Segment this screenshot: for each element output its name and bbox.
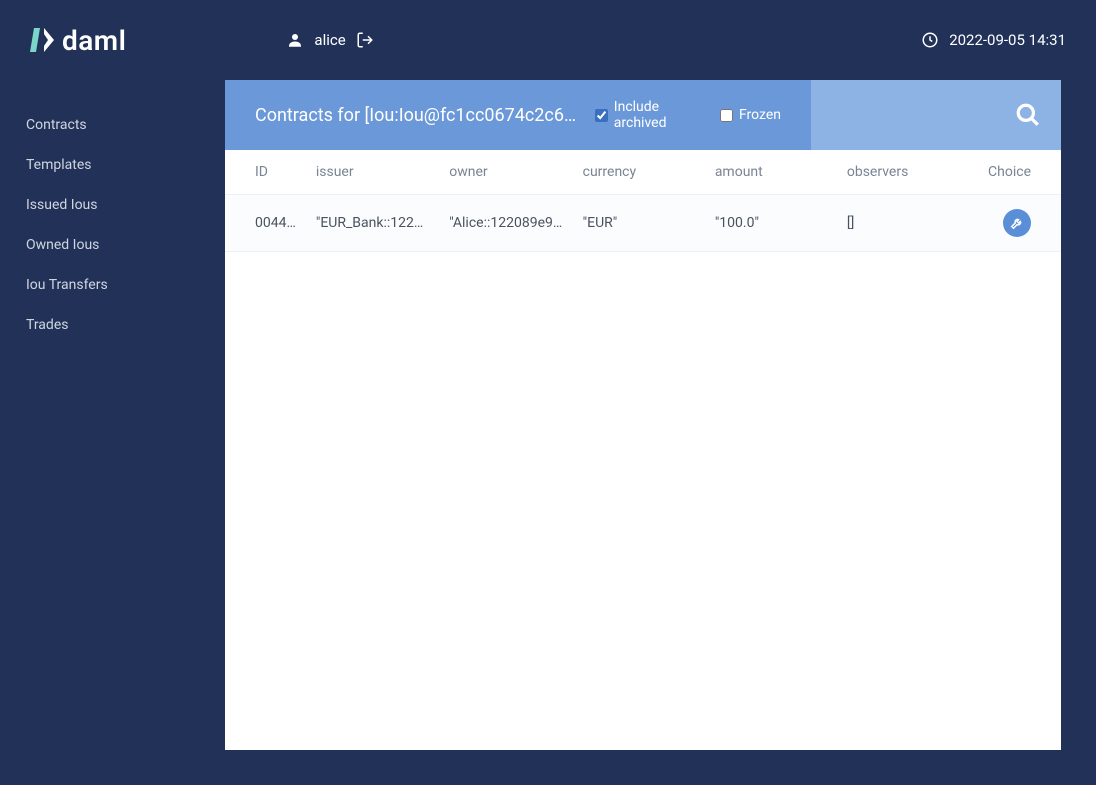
sidebar-item-label: Issued Ious	[26, 197, 98, 213]
col-id[interactable]: ID	[225, 150, 306, 195]
sidebar-item-templates[interactable]: Templates	[0, 145, 225, 185]
col-amount[interactable]: amount	[705, 150, 837, 195]
sidebar-item-label: Iou Transfers	[26, 277, 108, 293]
logo-text: daml	[62, 24, 126, 57]
logout-icon[interactable]	[356, 31, 374, 49]
username: alice	[314, 31, 345, 49]
sidebar-item-iou-transfers[interactable]: Iou Transfers	[0, 265, 225, 305]
col-owner[interactable]: owner	[439, 150, 572, 195]
frozen-toggle[interactable]: Frozen	[720, 107, 781, 123]
sidebar-item-contracts[interactable]: Contracts	[0, 105, 225, 145]
search-icon[interactable]	[1015, 102, 1041, 128]
sidebar-item-owned-ious[interactable]: Owned Ious	[0, 225, 225, 265]
choice-button[interactable]	[1003, 209, 1031, 237]
sidebar-item-label: Contracts	[26, 117, 87, 133]
sidebar-item-issued-ious[interactable]: Issued Ious	[0, 185, 225, 225]
include-archived-checkbox[interactable]	[595, 109, 608, 122]
col-issuer[interactable]: issuer	[306, 150, 439, 195]
page-title: Contracts for [Iou:Iou@fc1cc0674c2c6a3f7…	[255, 105, 579, 126]
table-row[interactable]: 0044… "EUR_Bank::1220… "Alice::122089e95…	[225, 195, 1061, 252]
cell-owner: "Alice::122089e95…	[439, 195, 572, 252]
col-choice[interactable]: Choice	[969, 150, 1061, 195]
col-observers[interactable]: observers	[837, 150, 969, 195]
sidebar-item-label: Templates	[26, 157, 92, 173]
sidebar: Contracts Templates Issued Ious Owned Io…	[0, 80, 225, 785]
include-archived-toggle[interactable]: Include archived	[595, 99, 704, 131]
frozen-checkbox[interactable]	[720, 109, 733, 122]
cell-observers: []	[837, 195, 969, 252]
datetime: 2022-09-05 14:31	[949, 31, 1066, 49]
wrench-icon	[1010, 216, 1024, 230]
logo[interactable]: daml	[30, 24, 126, 57]
sidebar-item-label: Trades	[26, 317, 68, 333]
sidebar-item-trades[interactable]: Trades	[0, 305, 225, 345]
user-icon	[286, 31, 304, 49]
logo-icon	[30, 26, 54, 54]
contracts-table: ID issuer owner currency amount observer…	[225, 150, 1061, 252]
include-archived-label: Include archived	[614, 99, 704, 131]
sidebar-item-label: Owned Ious	[26, 237, 99, 253]
col-currency[interactable]: currency	[573, 150, 705, 195]
cell-currency: "EUR"	[573, 195, 705, 252]
cell-amount: "100.0"	[705, 195, 837, 252]
main-panel: Contracts for [Iou:Iou@fc1cc0674c2c6a3f7…	[225, 80, 1061, 750]
cell-id: 0044…	[225, 195, 306, 252]
frozen-label: Frozen	[739, 107, 781, 123]
cell-issuer: "EUR_Bank::1220…	[306, 195, 439, 252]
clock-icon	[921, 31, 939, 49]
